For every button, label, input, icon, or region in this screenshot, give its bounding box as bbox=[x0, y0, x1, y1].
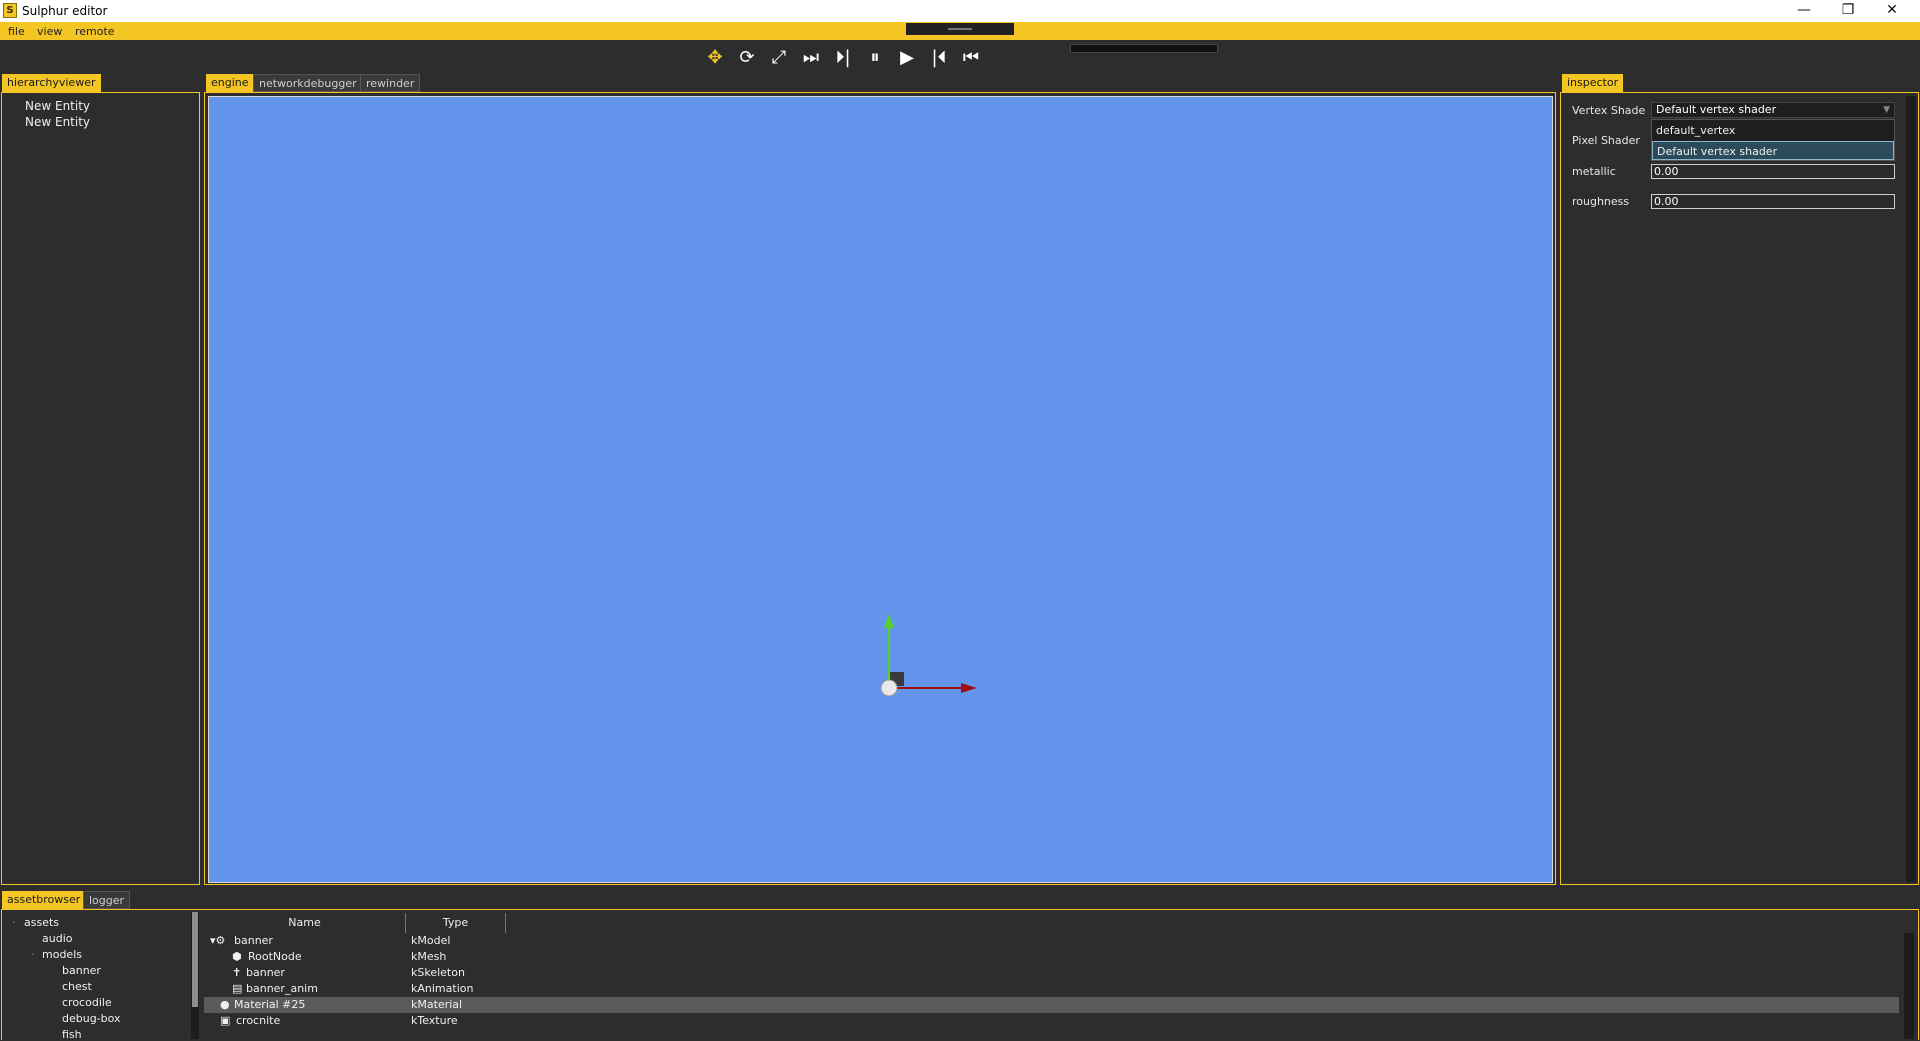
tab-logger[interactable]: logger bbox=[83, 891, 131, 909]
title-bar: S Sulphur editor — ❐ ✕ bbox=[0, 0, 1920, 22]
row-name: crocnite bbox=[236, 1014, 281, 1027]
model-icon: ▾⚙ bbox=[210, 934, 226, 947]
row-type: kAnimation bbox=[411, 982, 474, 995]
row-type: kMesh bbox=[411, 950, 447, 963]
hierarchy-item[interactable]: New Entity bbox=[25, 115, 90, 129]
menu-remote[interactable]: remote bbox=[75, 25, 115, 38]
menu-view[interactable]: view bbox=[37, 25, 62, 38]
pixel-shader-label: Pixel Shader bbox=[1572, 134, 1640, 147]
mesh-icon: ⬢ bbox=[232, 950, 242, 963]
y-axis-arrow bbox=[884, 614, 894, 628]
material-icon: ● bbox=[220, 998, 230, 1011]
chevron-down-icon: ▼ bbox=[1883, 105, 1890, 115]
tree-scrollbar[interactable] bbox=[191, 912, 199, 1039]
row-type: kModel bbox=[411, 934, 451, 947]
pause-icon[interactable]: ⏸ bbox=[862, 47, 888, 69]
table-row[interactable]: ✝ banner kSkeleton bbox=[204, 965, 1899, 981]
row-name: RootNode bbox=[248, 950, 302, 963]
restore-button[interactable]: ❐ bbox=[1826, 0, 1870, 22]
tree-expand-icon[interactable]: · bbox=[12, 916, 16, 929]
table-row[interactable]: ▣ crocnite kTexture bbox=[204, 1013, 1899, 1029]
scale-icon[interactable]: ⤢ bbox=[766, 47, 792, 69]
tree-item-audio[interactable]: audio bbox=[42, 932, 72, 945]
metallic-label: metallic bbox=[1572, 165, 1616, 178]
vertex-shader-select[interactable]: Default vertex shader ▼ bbox=[1651, 102, 1895, 118]
row-name: Material #25 bbox=[234, 998, 306, 1011]
table-row-selected[interactable]: ● Material #25 kMaterial bbox=[204, 997, 1899, 1013]
metallic-field[interactable]: 0.00 bbox=[1651, 164, 1895, 179]
roughness-label: roughness bbox=[1572, 195, 1630, 208]
vertex-shader-value: Default vertex shader bbox=[1656, 103, 1777, 116]
window-title: Sulphur editor bbox=[22, 4, 108, 18]
dropdown-option[interactable]: default_vertex bbox=[1652, 121, 1894, 140]
tree-item-banner[interactable]: banner bbox=[62, 964, 101, 977]
app-logo-icon: S bbox=[3, 3, 17, 18]
tree-item-chest[interactable]: chest bbox=[62, 980, 92, 993]
toolbar: ✥ ⟳ ⤢ ⏭ ⏵| ⏸ ▶ |⏴ ⏮ bbox=[0, 40, 1920, 74]
x-axis-arrow bbox=[961, 683, 977, 693]
menu-file[interactable]: file bbox=[8, 25, 25, 38]
close-button[interactable]: ✕ bbox=[1870, 0, 1914, 22]
table-row[interactable]: ⬢ RootNode kMesh bbox=[204, 949, 1899, 965]
table-row[interactable]: ▤ banner_anim kAnimation bbox=[204, 981, 1899, 997]
tab-hierarchyviewer[interactable]: hierarchyviewer bbox=[2, 74, 101, 92]
row-name: banner bbox=[246, 966, 285, 979]
tree-item-fish[interactable]: fish bbox=[62, 1028, 82, 1041]
move-icon[interactable]: ✥ bbox=[702, 47, 728, 69]
row-type: kMaterial bbox=[411, 998, 463, 1011]
inspector-scrollbar[interactable] bbox=[1906, 96, 1916, 882]
tab-networkdebugger[interactable]: networkdebugger bbox=[253, 74, 363, 92]
tree-item-assets[interactable]: assets bbox=[24, 916, 59, 929]
frame-progress-bar bbox=[1070, 44, 1218, 53]
animation-icon: ▤ bbox=[232, 982, 243, 995]
minimize-button[interactable]: — bbox=[1782, 0, 1826, 22]
skip-back-icon[interactable]: ⏮ bbox=[958, 47, 984, 69]
step-forward-icon[interactable]: ⏵| bbox=[830, 47, 856, 69]
menu-bar: file view remote bbox=[0, 22, 1920, 40]
hierarchy-item[interactable]: New Entity bbox=[25, 99, 90, 113]
vertex-shader-label: Vertex Shade bbox=[1572, 104, 1646, 117]
gizmo-center-sphere bbox=[880, 679, 898, 697]
skip-forward-icon[interactable]: ⏭ bbox=[798, 47, 824, 69]
tree-item-crocodile[interactable]: crocodile bbox=[62, 996, 112, 1009]
skeleton-icon: ✝ bbox=[232, 966, 242, 979]
hierarchy-panel: New Entity New Entity bbox=[1, 92, 200, 885]
tree-item-models[interactable]: models bbox=[42, 948, 82, 961]
row-type: kTexture bbox=[411, 1014, 458, 1027]
tab-assetbrowser[interactable]: assetbrowser bbox=[2, 891, 86, 909]
dropdown-option-selected[interactable]: Default vertex shader bbox=[1652, 141, 1894, 160]
vertex-shader-options: default_vertex Default vertex shader bbox=[1651, 119, 1895, 161]
roughness-field[interactable]: 0.00 bbox=[1651, 194, 1895, 209]
row-type: kSkeleton bbox=[411, 966, 465, 979]
column-header-name[interactable]: Name bbox=[204, 913, 406, 933]
table-scrollbar[interactable] bbox=[1904, 933, 1914, 1039]
table-row[interactable]: ▾⚙ banner kModel bbox=[204, 933, 1899, 949]
row-name: banner_anim bbox=[246, 982, 318, 995]
tree-expand-icon[interactable]: · bbox=[31, 948, 35, 961]
column-header-type[interactable]: Type bbox=[406, 913, 506, 933]
tab-inspector[interactable]: inspector bbox=[1562, 74, 1624, 92]
transform-gizmo[interactable] bbox=[859, 612, 979, 712]
tree-item-debug-box[interactable]: debug-box bbox=[62, 1012, 121, 1025]
texture-icon: ▣ bbox=[220, 1014, 231, 1027]
toolbar-drag-handle[interactable] bbox=[906, 23, 1014, 35]
row-name: banner bbox=[234, 934, 273, 947]
tree-scroll-thumb[interactable] bbox=[192, 912, 198, 1007]
step-back-icon[interactable]: |⏴ bbox=[926, 47, 952, 69]
play-icon[interactable]: ▶ bbox=[894, 47, 920, 69]
rotate-icon[interactable]: ⟳ bbox=[734, 47, 760, 69]
inspector-panel bbox=[1560, 92, 1919, 885]
tab-engine[interactable]: engine bbox=[206, 74, 254, 92]
scene-viewport[interactable] bbox=[208, 96, 1553, 883]
tab-rewinder[interactable]: rewinder bbox=[360, 74, 421, 92]
